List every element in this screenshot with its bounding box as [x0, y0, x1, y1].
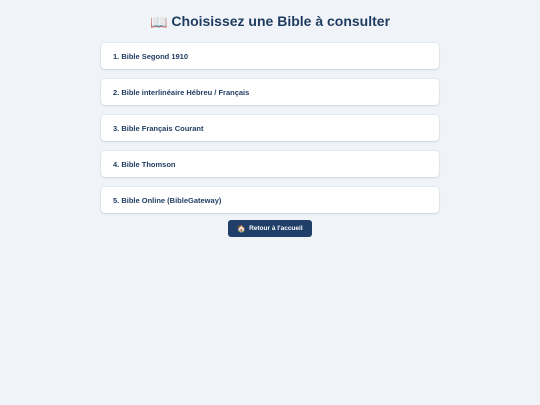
bible-option-interlinear-hebrew-french[interactable]: 2. Bible interlinéaire Hébreu / Français	[101, 79, 439, 105]
page-title-text: Choisissez une Bible à consulter	[171, 13, 391, 29]
bible-list: 1. Bible Segond 1910 2. Bible interlinéa…	[101, 43, 439, 223]
open-book-icon: 📖	[149, 15, 168, 31]
bible-option-francais-courant[interactable]: 3. Bible Français Courant	[101, 115, 439, 141]
bible-option-label: 2. Bible interlinéaire Hébreu / Français	[113, 87, 250, 97]
page-title: 📖 Choisissez une Bible à consulter	[0, 12, 540, 32]
back-to-home-button[interactable]: 🏠 Retour à l'accueil	[228, 220, 312, 237]
bible-option-label: 5. Bible Online (BibleGateway)	[113, 195, 222, 205]
back-to-home-label: Retour à l'accueil	[249, 225, 303, 232]
bible-option-biblegateway[interactable]: 5. Bible Online (BibleGateway)	[101, 187, 439, 213]
bible-option-thomson[interactable]: 4. Bible Thomson	[101, 151, 439, 177]
bible-option-segond-1910[interactable]: 1. Bible Segond 1910	[101, 43, 439, 69]
bible-option-label: 4. Bible Thomson	[113, 159, 176, 169]
page: 📖 Choisissez une Bible à consulter 1. Bib…	[0, 0, 540, 405]
home-icon: 🏠	[237, 224, 247, 233]
bible-option-label: 1. Bible Segond 1910	[113, 51, 189, 61]
bible-option-label: 3. Bible Français Courant	[113, 123, 204, 133]
